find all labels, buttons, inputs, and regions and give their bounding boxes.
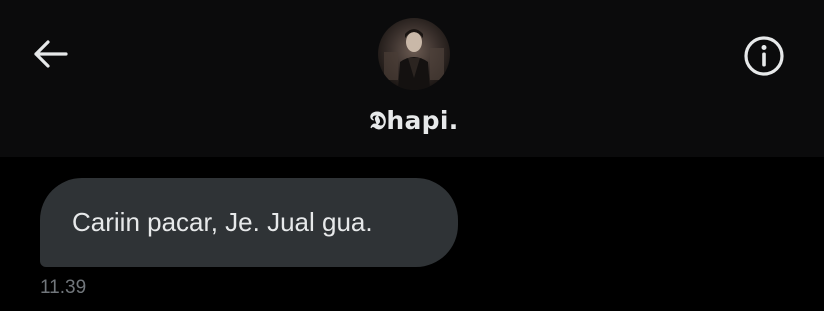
- avatar-image: [378, 18, 450, 90]
- contact-name[interactable]: 𝕯hapi.: [312, 103, 516, 139]
- avatar[interactable]: [378, 18, 450, 90]
- info-circle-icon: [744, 36, 784, 76]
- dm-conversation-screen: 𝕯hapi. Cariin pacar, Je. Jual gua. 11.39: [0, 0, 824, 311]
- conversation-header: 𝕯hapi.: [0, 0, 824, 157]
- message-timestamp: 11.39: [40, 277, 87, 298]
- message-bubble-incoming[interactable]: Cariin pacar, Je. Jual gua.: [40, 178, 458, 267]
- info-button[interactable]: [738, 30, 790, 82]
- message-text: Cariin pacar, Je. Jual gua.: [72, 207, 373, 237]
- arrow-left-icon: [34, 40, 68, 68]
- back-button[interactable]: [26, 30, 74, 78]
